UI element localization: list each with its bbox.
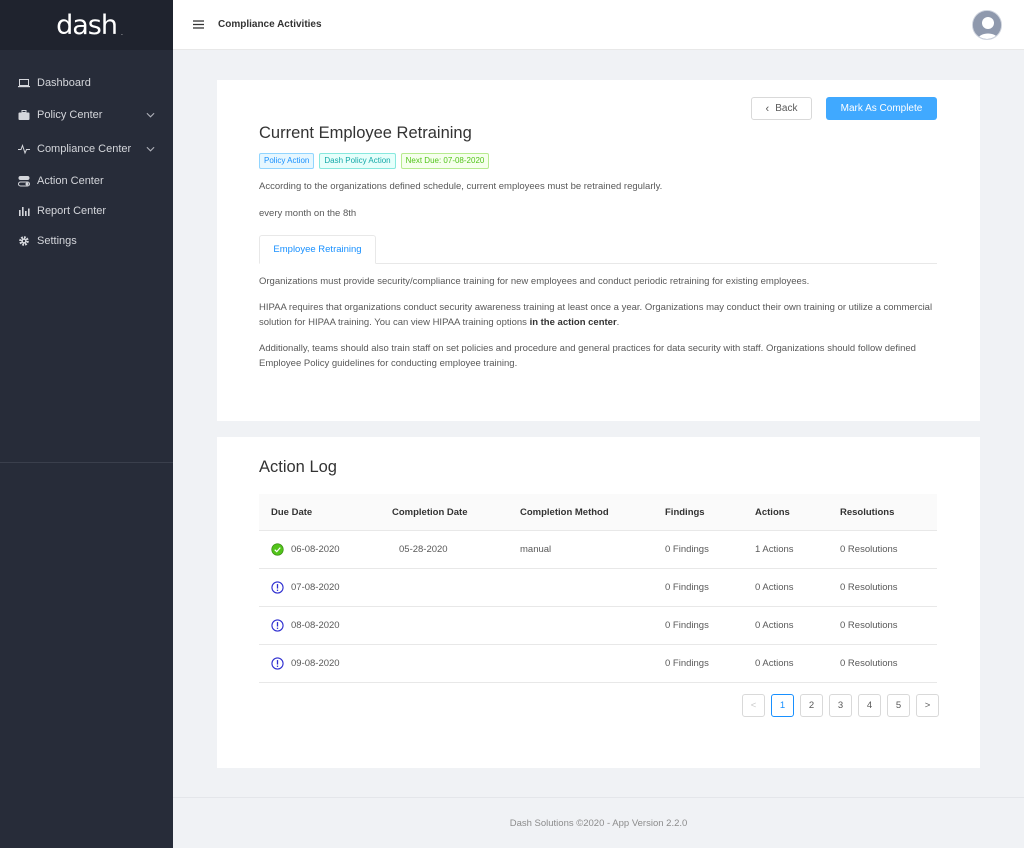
menu-toggle-icon[interactable] [192, 19, 204, 31]
activity-schedule: every month on the 8th [259, 208, 357, 219]
column-header-due-date: Due Date [271, 507, 313, 518]
briefcase-icon [18, 109, 30, 121]
pulse-icon [18, 143, 30, 155]
cell-actions: 0 Actions [755, 582, 794, 593]
exclamation-circle-icon [271, 657, 284, 670]
footer-text: Dash Solutions ©2020 - App Version 2.2.0 [509, 817, 688, 829]
logo-mark: . [121, 29, 123, 37]
sidebar-item-label: Dashboard [37, 77, 91, 89]
sidebar-item-dashboard[interactable]: Dashboard [0, 68, 173, 98]
action-center-link[interactable]: in the action center [530, 317, 617, 328]
logo-text: dash [56, 9, 118, 41]
sidebar-item-policy-center[interactable]: Policy Center [0, 98, 173, 132]
page-title: Compliance Activities [218, 19, 322, 30]
back-button[interactable]: ‹ Back [751, 97, 812, 120]
check-circle-icon [271, 543, 284, 556]
back-button-label: Back [775, 103, 798, 114]
sidebar-item-report-center[interactable]: Report Center [0, 196, 173, 226]
column-header-completion-method: Completion Method [520, 507, 609, 518]
exclamation-circle-icon [271, 619, 284, 632]
tab-paragraph-2: HIPAA requires that organizations conduc… [259, 300, 939, 330]
bar-chart-icon [18, 205, 30, 217]
cell-due-date: 06-08-2020 [291, 544, 340, 555]
sidebar: dash. Dashboard Policy Center Compliance… [0, 0, 173, 848]
cell-due-date: 08-08-2020 [291, 620, 340, 631]
cell-resolutions: 0 Resolutions [840, 620, 898, 631]
cell-findings: 0 Findings [665, 544, 709, 555]
cell-resolutions: 0 Resolutions [840, 658, 898, 669]
chevron-left-icon: ‹ [765, 102, 770, 115]
tab-employee-retraining[interactable]: Employee Retraining [259, 235, 376, 264]
cell-resolutions: 0 Resolutions [840, 582, 898, 593]
laptop-icon [18, 77, 30, 89]
cell-actions: 1 Actions [755, 544, 794, 555]
sidebar-item-action-center[interactable]: Action Center [0, 166, 173, 196]
sidebar-nav: Dashboard Policy Center Compliance Cente… [0, 68, 173, 256]
pagination-prev-button[interactable]: < [742, 694, 765, 717]
sidebar-divider [0, 462, 173, 463]
column-header-completion-date: Completion Date [392, 507, 468, 518]
tag-next-due: Next Due: 07-08-2020 [400, 153, 490, 169]
gear-icon [18, 235, 30, 247]
action-log-table: Due Date Completion Date Completion Meth… [259, 494, 937, 683]
activity-title: Current Employee Retraining [259, 124, 472, 142]
paragraph-end: . [616, 317, 620, 328]
sidebar-item-compliance-center[interactable]: Compliance Center [0, 132, 173, 166]
sidebar-item-label: Action Center [37, 175, 104, 187]
pagination-page-4[interactable]: 4 [858, 694, 881, 717]
chevron-down-icon [146, 112, 155, 118]
table-row[interactable]: 09-08-2020 0 Findings 0 Actions 0 Resolu… [259, 645, 937, 683]
table-header: Due Date Completion Date Completion Meth… [259, 494, 937, 531]
column-header-actions: Actions [755, 507, 790, 518]
avatar[interactable] [972, 10, 1002, 40]
cell-actions: 0 Actions [755, 620, 794, 631]
tab-paragraph-1: Organizations must provide security/comp… [259, 276, 810, 287]
table-row[interactable]: 08-08-2020 0 Findings 0 Actions 0 Resolu… [259, 607, 937, 645]
table-row[interactable]: 06-08-2020 05-28-2020 manual 0 Findings … [259, 531, 937, 569]
tab-paragraph-3: Additionally, teams should also train st… [259, 343, 916, 369]
footer: Dash Solutions ©2020 - App Version 2.2.0 [173, 797, 1024, 848]
action-log-card: Action Log Due Date Completion Date Comp… [217, 437, 980, 768]
cell-completion-method: manual [520, 544, 552, 555]
pagination-page-5[interactable]: 5 [887, 694, 910, 717]
tag-dash-policy-action: Dash Policy Action [319, 153, 396, 169]
activity-tags: Policy Action Dash Policy Action Next Du… [259, 153, 490, 169]
mark-complete-button[interactable]: Mark As Complete [826, 97, 937, 120]
cell-due-date: 09-08-2020 [291, 658, 340, 669]
activity-detail-card: ‹ Back Mark As Complete Current Employee… [217, 80, 980, 421]
activity-tabs: Employee Retraining [259, 235, 937, 264]
cell-findings: 0 Findings [665, 620, 709, 631]
column-header-findings: Findings [665, 507, 705, 518]
sidebar-item-settings[interactable]: Settings [0, 226, 173, 256]
pagination-page-3[interactable]: 3 [829, 694, 852, 717]
cell-findings: 0 Findings [665, 658, 709, 669]
table-row[interactable]: 07-08-2020 0 Findings 0 Actions 0 Resolu… [259, 569, 937, 607]
sidebar-item-label: Policy Center [37, 109, 103, 121]
cell-due-date: 07-08-2020 [291, 582, 340, 593]
sidebar-item-label: Report Center [37, 205, 107, 217]
toggles-icon [18, 175, 30, 187]
pagination-page-2[interactable]: 2 [800, 694, 823, 717]
chevron-down-icon [146, 146, 155, 152]
pagination-page-1[interactable]: 1 [771, 694, 794, 717]
pagination-next-button[interactable]: > [916, 694, 939, 717]
exclamation-circle-icon [271, 581, 284, 594]
activity-description: According to the organizations defined s… [259, 181, 663, 192]
sidebar-item-label: Settings [37, 235, 77, 247]
logo-area: dash. [0, 0, 173, 50]
cell-resolutions: 0 Resolutions [840, 544, 898, 555]
cell-actions: 0 Actions [755, 658, 794, 669]
column-header-resolutions: Resolutions [840, 507, 895, 518]
action-log-title: Action Log [259, 458, 337, 476]
cell-completion-date: 05-28-2020 [399, 544, 448, 555]
tag-policy-action: Policy Action [259, 153, 315, 169]
top-header: Compliance Activities [173, 0, 1024, 50]
sidebar-item-label: Compliance Center [37, 143, 132, 155]
pagination: < 1 2 3 4 5 > [742, 694, 939, 717]
cell-findings: 0 Findings [665, 582, 709, 593]
dash-logo[interactable]: dash. [56, 9, 123, 41]
